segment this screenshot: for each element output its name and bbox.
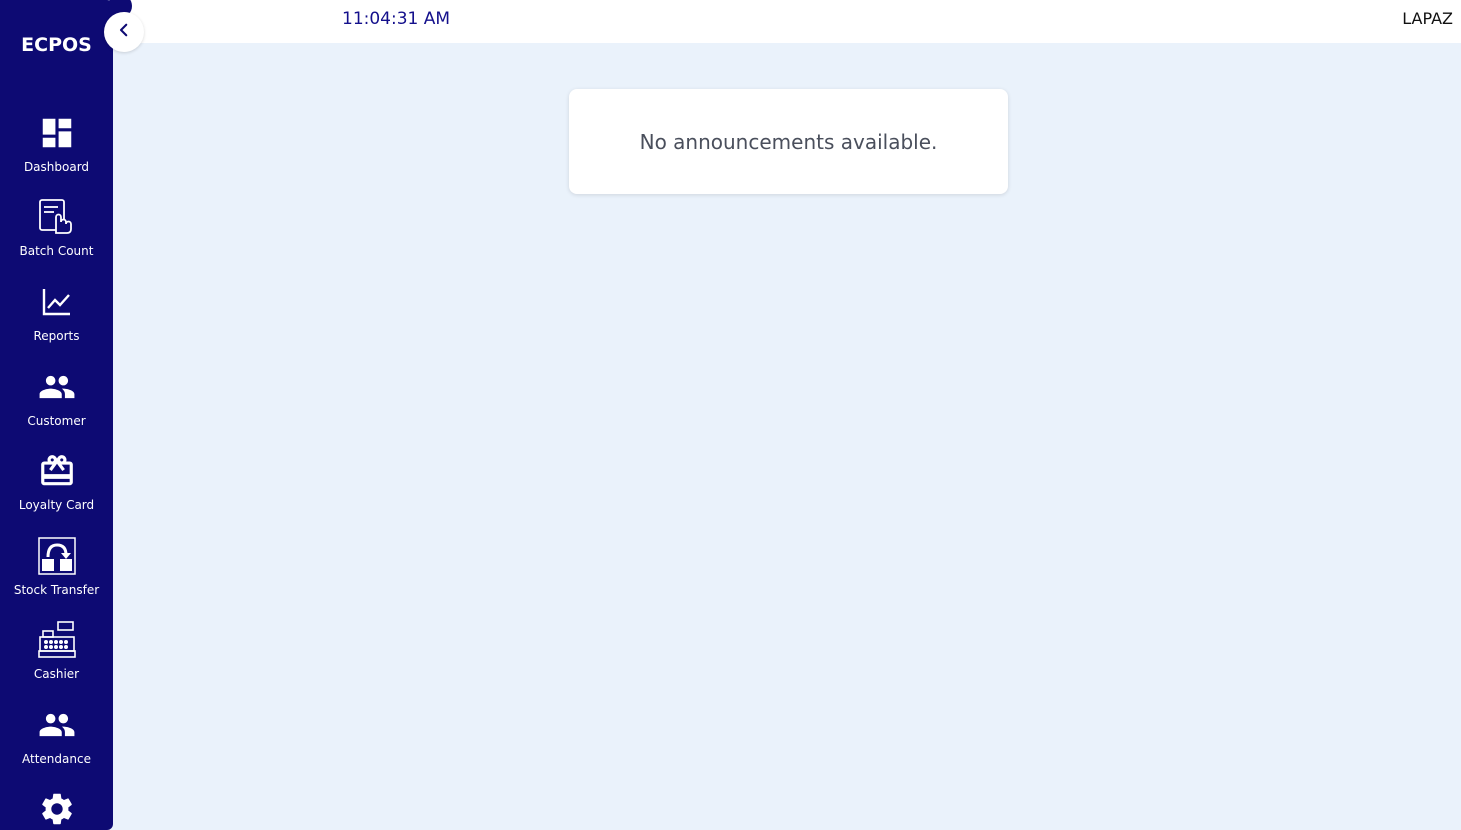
sidebar-item-label: Batch Count — [19, 244, 94, 258]
app-root: ECPOS Dashboard Batch Count Reports Cust… — [0, 0, 1461, 830]
sidebar-item-reports[interactable]: Reports — [0, 283, 113, 363]
sidebar-item-cashier[interactable]: Cashier — [0, 621, 113, 701]
people-icon — [38, 706, 76, 744]
sidebar-item-batch-count[interactable]: Batch Count — [0, 198, 113, 278]
collapse-sidebar-button[interactable] — [104, 12, 144, 52]
sidebar-item-attendance[interactable]: Attendance — [0, 706, 113, 786]
chart-icon — [38, 283, 76, 321]
sidebar-item-label: Dashboard — [23, 160, 90, 174]
card-giftcard-icon — [38, 452, 76, 490]
sidebar-item-label: Customer — [27, 414, 86, 428]
gear-icon — [38, 790, 76, 828]
sidebar-item-label: Reports — [33, 329, 80, 343]
sidebar-item-customer[interactable]: Customer — [0, 368, 113, 448]
sidebar-item-stock-transfer[interactable]: Stock Transfer — [0, 537, 113, 617]
cash-register-icon — [37, 621, 76, 659]
chevron-left-icon — [115, 21, 133, 44]
announcement-card: No announcements available. — [569, 89, 1008, 194]
sidebar-item-loyalty-card[interactable]: Loyalty Card — [0, 452, 113, 532]
brand-logo: ECPOS — [21, 34, 92, 56]
store-name: LAPAZ — [1402, 9, 1453, 28]
sidebar-item-settings[interactable] — [0, 790, 113, 830]
sidebar: ECPOS Dashboard Batch Count Reports Cust… — [0, 0, 113, 830]
clock: 11:04:31 AM — [342, 9, 451, 29]
people-icon — [38, 368, 76, 406]
stock-transfer-icon — [37, 537, 76, 575]
sidebar-item-label: Loyalty Card — [18, 498, 95, 512]
sidebar-item-dashboard[interactable]: Dashboard — [0, 114, 113, 194]
sidebar-item-label: Attendance — [22, 752, 91, 766]
announcement-empty-text: No announcements available. — [639, 129, 938, 154]
sidebar-item-label: Cashier — [33, 667, 80, 681]
batch-count-icon — [38, 198, 76, 236]
dashboard-icon — [38, 114, 76, 152]
top-bar: 11:04:31 AM LAPAZ — [113, 0, 1461, 43]
sidebar-item-label: Stock Transfer — [13, 583, 100, 597]
